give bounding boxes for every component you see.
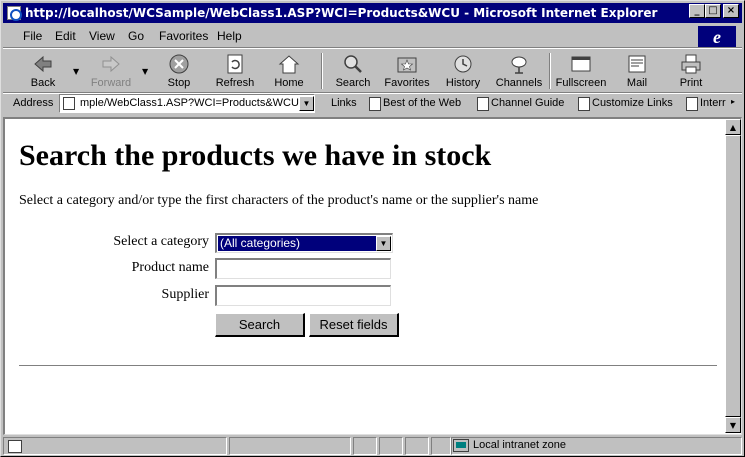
ie-logo-icon: e — [698, 26, 736, 48]
channels-button[interactable]: Channels — [491, 51, 547, 91]
address-url: mple/WebClass1.ASP?WCI=Products&WCU — [80, 97, 299, 109]
horizontal-rule — [19, 365, 717, 367]
back-dropdown-icon[interactable]: ▼ — [73, 67, 79, 76]
back-arrow-icon — [31, 53, 55, 75]
product-name-input[interactable] — [215, 258, 391, 279]
favorites-label: Favorites — [384, 77, 430, 89]
links-label[interactable]: Links — [331, 97, 357, 109]
page-icon — [63, 97, 75, 110]
status-panel — [431, 437, 451, 455]
address-bar: Address mple/WebClass1.ASP?WCI=Products&… — [3, 94, 742, 114]
ie-page-icon[interactable] — [7, 6, 22, 21]
print-button[interactable]: Print — [663, 51, 719, 91]
maximize-button[interactable]: □ — [705, 4, 721, 18]
search-label: Search — [335, 77, 371, 89]
status-progress-panel — [229, 437, 351, 455]
menu-bar: File Edit View Go Favorites Help e — [3, 25, 742, 48]
status-panel — [405, 437, 429, 455]
refresh-icon — [223, 53, 247, 75]
page-content: Search the products we have in stock Sel… — [5, 119, 723, 433]
menu-view[interactable]: View — [89, 29, 115, 43]
stop-icon — [167, 53, 191, 75]
stop-button[interactable]: Stop — [151, 51, 207, 91]
favorites-button[interactable]: Favorites — [379, 51, 435, 91]
status-text-panel — [3, 437, 227, 455]
print-label: Print — [679, 77, 703, 89]
vertical-scrollbar[interactable]: ▲ ▼ — [725, 119, 741, 433]
back-label: Back — [30, 77, 56, 89]
browser-window: http://localhost/WCSample/WebClass1.ASP?… — [0, 0, 745, 457]
channels-label: Channels — [495, 77, 543, 89]
link-best-of-the-web[interactable]: Best of the Web — [367, 97, 461, 111]
forward-button[interactable]: Forward — [83, 51, 139, 91]
menu-help[interactable]: Help — [217, 29, 242, 43]
forward-arrow-icon — [99, 53, 123, 75]
print-icon — [679, 53, 703, 75]
search-icon — [341, 53, 365, 75]
chevron-down-icon[interactable]: ▼ — [376, 236, 391, 251]
category-selected-value: (All categories) — [218, 236, 376, 251]
supplier-label: Supplier — [161, 287, 209, 302]
home-label: Home — [274, 77, 304, 89]
address-label: Address — [13, 97, 54, 109]
fullscreen-button[interactable]: Fullscreen — [553, 51, 609, 91]
status-panel — [353, 437, 377, 455]
history-icon — [451, 53, 475, 75]
fullscreen-icon — [569, 53, 593, 75]
window-title: http://localhost/WCSample/WebClass1.ASP?… — [25, 6, 658, 20]
link-customize-links[interactable]: Customize Links — [576, 97, 673, 111]
channels-icon — [507, 53, 531, 75]
scroll-thumb[interactable] — [725, 135, 741, 417]
zone-text: Local intranet zone — [473, 439, 566, 451]
status-bar: Local intranet zone — [3, 437, 742, 455]
scroll-down-button[interactable]: ▼ — [725, 417, 741, 433]
page-title: Search the products we have in stock — [19, 139, 492, 172]
standard-toolbar: Back ▼ Forward ▼ Stop Refresh Home Searc… — [3, 49, 742, 93]
links-more-icon[interactable]: ▸ — [731, 97, 735, 106]
intranet-zone-icon — [453, 439, 469, 452]
home-button[interactable]: Home — [261, 51, 317, 91]
link-channel-guide[interactable]: Channel Guide — [475, 97, 564, 111]
mail-button[interactable]: Mail — [609, 51, 665, 91]
forward-label: Forward — [90, 77, 132, 89]
forward-dropdown-icon[interactable]: ▼ — [142, 67, 148, 76]
mail-icon — [625, 53, 649, 75]
search-submit-button[interactable]: Search — [215, 313, 305, 337]
link-internet[interactable]: Interr — [684, 97, 726, 111]
menu-favorites[interactable]: Favorites — [159, 29, 208, 43]
address-dropdown-button[interactable]: ▼ — [299, 96, 314, 111]
favorites-icon — [395, 53, 419, 75]
category-select[interactable]: (All categories) ▼ — [215, 233, 393, 253]
reset-fields-button[interactable]: Reset fields — [309, 313, 399, 337]
close-button[interactable]: × — [723, 4, 739, 18]
menu-edit[interactable]: Edit — [55, 29, 76, 43]
stop-label: Stop — [167, 77, 191, 89]
supplier-input[interactable] — [215, 285, 391, 306]
back-button[interactable]: Back — [15, 51, 71, 91]
category-label: Select a category — [113, 234, 209, 249]
search-button[interactable]: Search — [325, 51, 381, 91]
mail-label: Mail — [626, 77, 648, 89]
minimize-button[interactable]: _ — [689, 4, 705, 18]
page-intro: Select a category and/or type the first … — [19, 193, 539, 208]
toolbar-separator — [549, 53, 551, 89]
scroll-up-button[interactable]: ▲ — [725, 119, 741, 135]
status-panel — [379, 437, 403, 455]
history-label: History — [445, 77, 481, 89]
page-status-icon — [8, 440, 22, 453]
title-bar[interactable]: http://localhost/WCSample/WebClass1.ASP?… — [3, 3, 742, 23]
menu-file[interactable]: File — [23, 29, 42, 43]
toolbar-separator — [321, 53, 323, 89]
refresh-label: Refresh — [215, 77, 255, 89]
refresh-button[interactable]: Refresh — [207, 51, 263, 91]
address-input[interactable]: mple/WebClass1.ASP?WCI=Products&WCU — [59, 94, 315, 113]
fullscreen-label: Fullscreen — [555, 77, 607, 89]
menu-go[interactable]: Go — [128, 29, 144, 43]
product-name-label: Product name — [131, 260, 209, 275]
page-viewport: Search the products we have in stock Sel… — [3, 117, 742, 435]
history-button[interactable]: History — [435, 51, 491, 91]
home-icon — [277, 53, 301, 75]
